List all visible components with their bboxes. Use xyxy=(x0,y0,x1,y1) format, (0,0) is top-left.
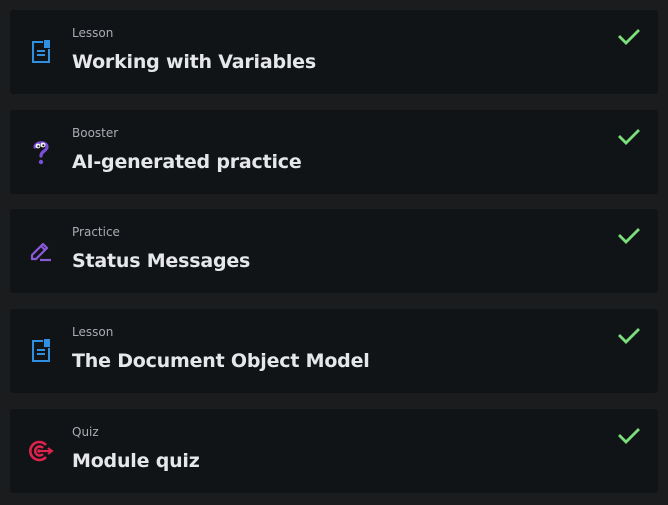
checkmark-icon xyxy=(618,427,640,445)
course-item-working-with-variables[interactable]: Lesson Working with Variables xyxy=(10,10,658,94)
checkmark-icon xyxy=(618,327,640,345)
course-item-document-object-model[interactable]: Lesson The Document Object Model xyxy=(10,309,658,393)
item-kind-label: Quiz xyxy=(72,425,99,439)
item-kind-label: Lesson xyxy=(72,325,114,339)
item-kind-label: Practice xyxy=(72,225,120,239)
checkmark-icon xyxy=(618,28,640,46)
item-title: The Document Object Model xyxy=(72,350,370,372)
course-item-list: Lesson Working with Variables Booster AI… xyxy=(0,0,668,505)
checkmark-icon xyxy=(618,227,640,245)
pencil-icon xyxy=(28,236,54,266)
question-mark-icon xyxy=(28,137,54,167)
lesson-document-icon xyxy=(28,336,54,366)
item-kind-label: Lesson xyxy=(72,26,114,40)
item-title: Module quiz xyxy=(72,450,200,472)
checkmark-icon xyxy=(618,128,640,146)
lesson-document-icon xyxy=(28,37,54,67)
target-icon xyxy=(28,436,54,466)
course-item-module-quiz[interactable]: Quiz Module quiz xyxy=(10,409,658,493)
course-item-status-messages[interactable]: Practice Status Messages xyxy=(10,209,658,293)
course-item-ai-generated-practice[interactable]: Booster AI-generated practice xyxy=(10,110,658,194)
item-title: Working with Variables xyxy=(72,51,316,73)
item-title: Status Messages xyxy=(72,250,251,272)
item-title: AI-generated practice xyxy=(72,151,302,173)
item-kind-label: Booster xyxy=(72,126,119,140)
